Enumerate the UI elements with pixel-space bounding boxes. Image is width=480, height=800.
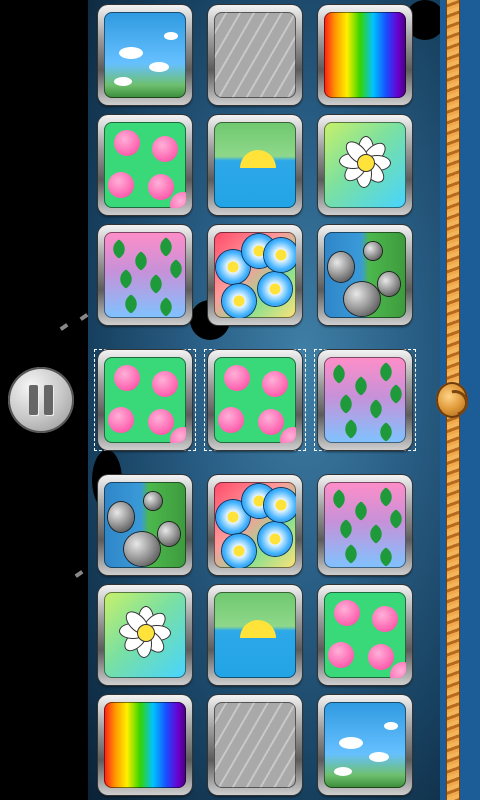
tile-rainbow[interactable] [318,5,412,105]
pause-button[interactable] [8,367,74,433]
dots-pattern-icon [214,357,296,443]
tile-dots[interactable] [98,350,192,450]
rock-pattern-icon [104,482,186,568]
pause-icon [29,385,38,415]
tile-sky[interactable] [98,5,192,105]
tile-flower[interactable] [98,585,192,685]
debris [74,570,84,578]
tile-rock[interactable] [318,225,412,325]
dots-pattern-icon [104,357,186,443]
tile-dots[interactable] [318,585,412,685]
tile-daisy[interactable] [208,475,302,575]
dots-pattern-icon [324,592,406,678]
tile-rock[interactable] [98,475,192,575]
daisy-pattern-icon [214,232,296,318]
tile-rain[interactable] [208,5,302,105]
tile-dots[interactable] [98,115,192,215]
tile-sun[interactable] [208,115,302,215]
tile-sun[interactable] [208,585,302,685]
tile-rainbow[interactable] [98,695,192,795]
dots-pattern-icon [104,122,186,208]
sun-pattern-icon [214,592,296,678]
tile-dots[interactable] [208,350,302,450]
tile-sky[interactable] [318,695,412,795]
flower-pattern-icon [104,592,186,678]
rainbow-pattern-icon [104,702,186,788]
leaves-pattern-icon [324,357,406,443]
tile-leaves[interactable] [318,350,412,450]
tile-rain[interactable] [208,695,302,795]
tile-daisy[interactable] [208,225,302,325]
leaves-pattern-icon [324,482,406,568]
sun-pattern-icon [214,122,296,208]
debris [59,323,69,331]
rainbow-pattern-icon [324,12,406,98]
flower-pattern-icon [324,122,406,208]
rope-knot-marker[interactable] [436,382,468,418]
sky-pattern-icon [324,702,406,788]
rain-pattern-icon [214,12,296,98]
rock-pattern-icon [324,232,406,318]
leaves-pattern-icon [104,232,186,318]
tile-flower[interactable] [318,115,412,215]
rain-pattern-icon [214,702,296,788]
daisy-pattern-icon [214,482,296,568]
tile-leaves[interactable] [98,225,192,325]
tile-leaves[interactable] [318,475,412,575]
sky-pattern-icon [104,12,186,98]
